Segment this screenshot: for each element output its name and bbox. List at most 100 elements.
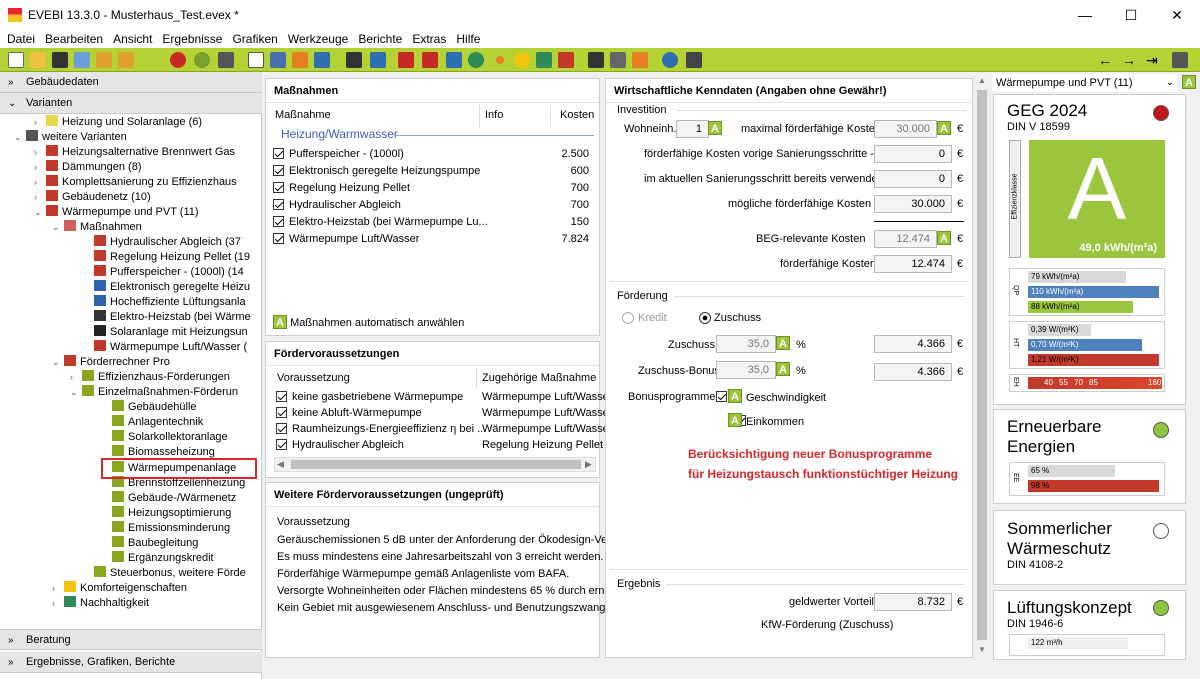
beg-input[interactable]: 12.474 [874, 230, 937, 248]
tree-item[interactable]: Hocheffiziente Lüftungsanla [82, 295, 246, 310]
expand-arrow-icon[interactable]: › [52, 581, 64, 596]
col-header-voraussetzung[interactable]: Voraussetzung [277, 370, 350, 387]
scrollbar-thumb[interactable] [291, 460, 581, 469]
help-doc-icon[interactable] [446, 52, 462, 68]
tree-item[interactable]: › Nachhaltigkeit [52, 596, 149, 611]
voraussetzung-row[interactable]: Raumheizungs-Energieeffizienz η bei ... [276, 421, 486, 438]
tree-item[interactable]: › Komplettsanierung zu Effizienzhaus [34, 175, 237, 190]
print-icon[interactable] [610, 52, 626, 68]
redo-icon[interactable] [194, 52, 210, 68]
menu-bearbeiten[interactable]: Bearbeiten [40, 30, 108, 48]
kredit-radio[interactable] [622, 312, 634, 324]
voraussetzung-row[interactable]: Hydraulischer Abgleich [276, 437, 404, 454]
car-icon[interactable] [398, 52, 414, 68]
collapse-arrow-icon[interactable]: ⌄ [34, 205, 46, 220]
erneuerbare-card[interactable]: Erneuerbare Energien EE 65 % 98 % [993, 409, 1186, 504]
zuschuss-pct-input[interactable]: 35,0 [716, 335, 776, 353]
dot-icon[interactable] [496, 56, 504, 64]
massnahme-row[interactable]: Elektro-Heizstab (bei Wärmepumpe Lu... [273, 214, 488, 231]
settings-chart-icon[interactable] [1172, 52, 1188, 68]
massnahme-checkbox[interactable] [273, 233, 284, 244]
bonus-pct-input[interactable]: 35,0 [716, 361, 776, 379]
sum-icon[interactable] [292, 52, 308, 68]
menu-datei[interactable]: Datei [2, 30, 40, 48]
einkommen-a-badge[interactable]: A [728, 413, 742, 427]
tree-item[interactable]: › Effizienzhaus-Förderungen [70, 370, 230, 385]
import-icon[interactable] [96, 52, 112, 68]
right-scrollbar[interactable] [1184, 94, 1198, 679]
menu-extras[interactable]: Extras [407, 30, 451, 48]
massnahme-row[interactable]: Regelung Heizung Pellet [273, 180, 410, 197]
massnahme-checkbox[interactable] [273, 182, 284, 193]
scroll-up-icon[interactable]: ▲ [978, 76, 986, 85]
voraussetzung-checkbox[interactable] [276, 391, 287, 402]
tree-item[interactable]: Elektro-Heizstab (bei Wärme [82, 310, 251, 325]
tree-item[interactable]: Solarkollektoranlage [100, 430, 228, 445]
help-icon[interactable] [662, 52, 678, 68]
list-icon[interactable] [588, 52, 604, 68]
table-icon[interactable] [270, 52, 286, 68]
export-icon[interactable] [118, 52, 134, 68]
open-folder-icon[interactable] [30, 52, 46, 68]
door-icon[interactable] [422, 52, 438, 68]
save-icon[interactable] [52, 52, 68, 68]
expand-arrow-icon[interactable]: › [34, 145, 46, 160]
tree-item[interactable]: Wärmepumpe Luft/Wasser ( [82, 340, 247, 355]
sun-icon[interactable] [514, 52, 530, 68]
calc-icon[interactable] [346, 52, 362, 68]
menu-grafiken[interactable]: Grafiken [227, 30, 282, 48]
massnahme-row[interactable]: Hydraulischer Abgleich [273, 197, 401, 214]
expand-arrow-icon[interactable]: › [70, 370, 82, 385]
forward-arrow-icon[interactable]: → [1122, 52, 1136, 68]
menu-berichte[interactable]: Berichte [353, 30, 407, 48]
voraussetzung-checkbox[interactable] [276, 439, 287, 450]
right-a-badge[interactable]: A [1182, 75, 1196, 89]
massnahme-checkbox[interactable] [273, 216, 284, 227]
tree-item[interactable]: Regelung Heizung Pellet (19 [82, 250, 250, 265]
col-header-massnahme[interactable]: Maßnahme [275, 107, 331, 124]
tree-item[interactable]: › Heizungsalternative Brennwert Gas [34, 145, 235, 160]
tree-item[interactable]: › Heizung und Solaranlage (6) [34, 115, 202, 130]
voraussetzung-row[interactable]: keine Abluft-Wärmepumpe [276, 405, 422, 422]
tree-item[interactable]: ⌄ Wärmepumpe und PVT (11) [34, 205, 199, 220]
section-beratung[interactable]: » Beratung [0, 629, 262, 650]
jump-icon[interactable]: ⇥ [1146, 52, 1158, 69]
tree-item[interactable]: ⌄ Maßnahmen [52, 220, 142, 235]
collapse-arrow-icon[interactable]: ⌄ [52, 355, 64, 370]
menu-hilfe[interactable]: Hilfe [451, 30, 485, 48]
tree-item[interactable]: Emissionsminderung [100, 521, 230, 536]
tree-item[interactable]: Elektronisch geregelte Heizu [82, 280, 250, 295]
wohneinh-input[interactable]: 1 [676, 120, 709, 138]
tree-item[interactable]: Anlagentechnik [100, 415, 203, 430]
sommer-card[interactable]: Sommerlicher Wärmeschutz DIN 4108-2 [993, 510, 1186, 585]
massnahme-row[interactable]: Pufferspeicher - (1000l) [273, 146, 404, 163]
back-arrow-icon[interactable]: ← [1098, 52, 1112, 68]
globe-icon[interactable] [468, 52, 484, 68]
collapse-arrow-icon[interactable]: ⌄ [52, 220, 64, 235]
geschw-a-badge[interactable]: A [728, 389, 742, 403]
zuschuss-radio[interactable] [699, 312, 711, 324]
col-header-zugehoerige[interactable]: Zugehörige Maßnahme [482, 370, 596, 387]
voraussetzung-checkbox[interactable] [276, 407, 287, 418]
expand-arrow-icon[interactable]: › [52, 596, 64, 611]
tree-item[interactable]: Heizungsoptimierung [100, 506, 231, 521]
scrollbar-thumb[interactable] [977, 90, 987, 640]
section-gebaeudedaten[interactable]: » Gebäudedaten [0, 72, 262, 93]
report-icon[interactable] [632, 52, 648, 68]
scroll-right-icon[interactable]: ▶ [585, 459, 592, 470]
max-kosten-input[interactable]: 30.000 [874, 120, 937, 138]
massnahme-row[interactable]: Elektronisch geregelte Heizungspumpe [273, 163, 480, 180]
expand-arrow-icon[interactable]: › [34, 160, 46, 175]
bonus-a-badge[interactable]: A [776, 362, 790, 376]
tree-item[interactable]: ⌄ Förderrechner Pro [52, 355, 170, 370]
massnahme-row[interactable]: Wärmepumpe Luft/Wasser [273, 231, 419, 248]
col-header-info[interactable]: Info [485, 107, 503, 124]
voraussetzung-checkbox[interactable] [276, 423, 287, 434]
zuschuss-a-badge[interactable]: A [776, 336, 790, 350]
tree-item[interactable]: Solaranlage mit Heizungsun [82, 325, 248, 340]
tree-item[interactable]: › Gebäudenetz (10) [34, 190, 151, 205]
collapse-arrow-icon[interactable]: ⌄ [70, 385, 82, 400]
expand-arrow-icon[interactable]: › [34, 190, 46, 205]
maximize-button[interactable]: ☐ [1108, 0, 1154, 30]
tree-item[interactable]: › Dämmungen (8) [34, 160, 141, 175]
